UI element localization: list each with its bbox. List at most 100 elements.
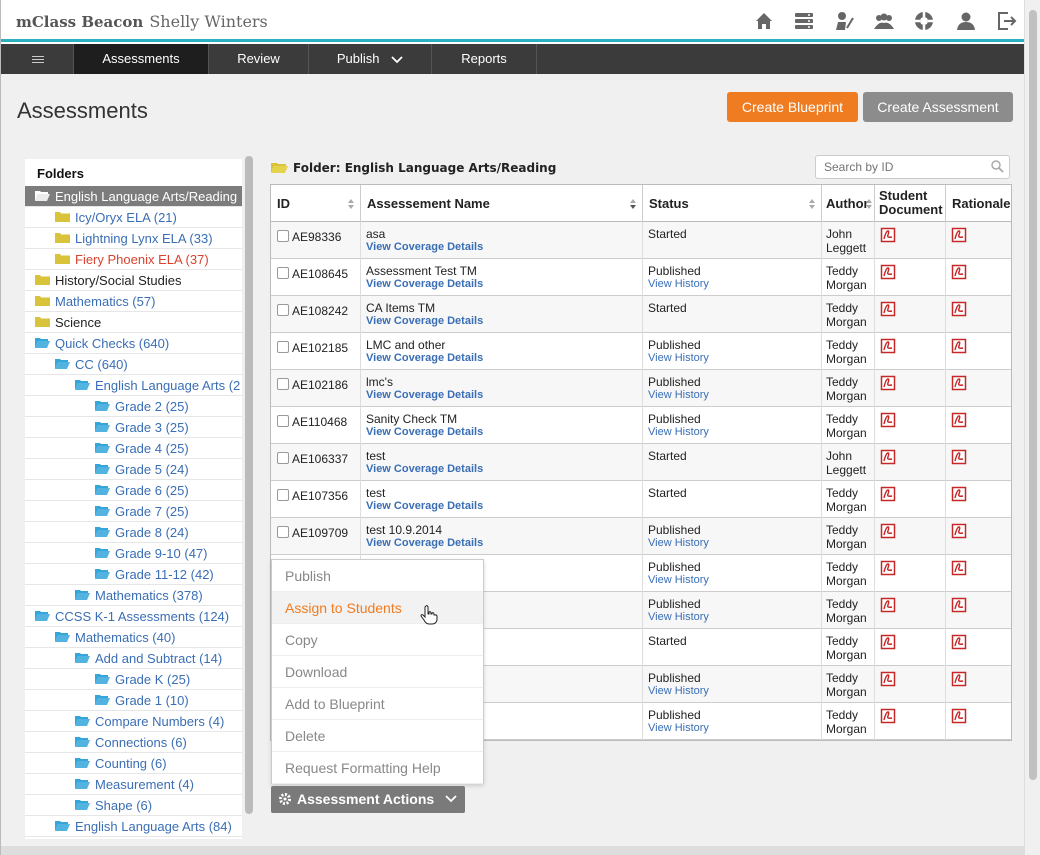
horizontal-scrollbar[interactable]: [1, 846, 1024, 855]
rationale-pdf-icon[interactable]: [951, 560, 967, 576]
row-checkbox[interactable]: [277, 230, 289, 242]
rationale-pdf-icon[interactable]: [951, 708, 967, 724]
view-coverage-link[interactable]: View Coverage Details: [366, 537, 483, 549]
sidebar-folder-item[interactable]: Grade 11-12 (42): [25, 564, 242, 585]
column-author[interactable]: Author: [822, 185, 875, 222]
view-coverage-link[interactable]: View Coverage Details: [366, 241, 483, 253]
rationale-pdf-icon[interactable]: [951, 338, 967, 354]
view-history-link[interactable]: View History: [648, 352, 709, 364]
tab-reports[interactable]: Reports: [432, 44, 537, 74]
view-coverage-link[interactable]: View Coverage Details: [366, 389, 483, 401]
actions-menu-item[interactable]: Assign to Students: [272, 592, 483, 624]
lifebuoy-icon[interactable]: [913, 10, 935, 32]
scrollbar-thumb[interactable]: [1029, 10, 1037, 780]
user-icon[interactable]: [955, 10, 977, 32]
home-icon[interactable]: [753, 10, 775, 32]
actions-menu-item[interactable]: Add to Blueprint: [272, 688, 483, 720]
sidebar-folder-item[interactable]: English Language Arts/Reading: [25, 186, 242, 207]
rationale-pdf-icon[interactable]: [951, 634, 967, 650]
column-id[interactable]: ID: [271, 185, 361, 222]
create-blueprint-button[interactable]: Create Blueprint: [727, 92, 858, 122]
sidebar-folder-item[interactable]: CC (640): [25, 354, 242, 375]
rationale-pdf-icon[interactable]: [951, 264, 967, 280]
sidebar-folder-item[interactable]: Mathematics (40): [25, 627, 242, 648]
sidebar-folder-item[interactable]: History/Social Studies: [25, 270, 242, 291]
sidebar-folder-item[interactable]: English Language Arts (2: [25, 375, 242, 396]
sidebar-folder-item[interactable]: Mathematics (378): [25, 585, 242, 606]
sidebar-folder-item[interactable]: Shape (6): [25, 795, 242, 816]
view-history-link[interactable]: View History: [648, 389, 709, 401]
view-history-link[interactable]: View History: [648, 722, 709, 734]
sidebar-scrollbar[interactable]: [245, 156, 253, 814]
sidebar-folder-item[interactable]: Measurement (4): [25, 774, 242, 795]
row-checkbox[interactable]: [277, 415, 289, 427]
sidebar-folder-item[interactable]: Mathematics (57): [25, 291, 242, 312]
student-document-pdf-icon[interactable]: [880, 301, 896, 317]
view-history-link[interactable]: View History: [648, 537, 709, 549]
view-coverage-link[interactable]: View Coverage Details: [366, 278, 483, 290]
student-document-pdf-icon[interactable]: [880, 708, 896, 724]
sidebar-folder-item[interactable]: CCSS K-1 Assessments (124): [25, 606, 242, 627]
actions-menu-item[interactable]: Request Formatting Help: [272, 752, 483, 784]
student-document-pdf-icon[interactable]: [880, 634, 896, 650]
student-document-pdf-icon[interactable]: [880, 227, 896, 243]
view-history-link[interactable]: View History: [648, 278, 709, 290]
tab-review[interactable]: Review: [209, 44, 309, 74]
view-coverage-link[interactable]: View Coverage Details: [366, 352, 483, 364]
sidebar-folder-item[interactable]: Add and Subtract (14): [25, 648, 242, 669]
view-coverage-link[interactable]: View Coverage Details: [366, 426, 483, 438]
student-document-pdf-icon[interactable]: [880, 597, 896, 613]
server-icon[interactable]: [793, 10, 815, 32]
student-document-pdf-icon[interactable]: [880, 338, 896, 354]
assessment-actions-button[interactable]: Assessment Actions: [271, 786, 465, 813]
hamburger-menu-icon[interactable]: [1, 44, 74, 74]
sidebar-folder-item[interactable]: Connections (6): [25, 732, 242, 753]
row-checkbox[interactable]: [277, 452, 289, 464]
sidebar-folder-item[interactable]: Grade 1 (10): [25, 690, 242, 711]
view-coverage-link[interactable]: View Coverage Details: [366, 315, 483, 327]
sidebar-folder-item[interactable]: Grade 5 (24): [25, 459, 242, 480]
student-document-pdf-icon[interactable]: [880, 560, 896, 576]
logout-icon[interactable]: [995, 10, 1017, 32]
row-checkbox[interactable]: [277, 341, 289, 353]
student-document-pdf-icon[interactable]: [880, 449, 896, 465]
rationale-pdf-icon[interactable]: [951, 227, 967, 243]
rationale-pdf-icon[interactable]: [951, 412, 967, 428]
create-assessment-button[interactable]: Create Assessment: [863, 92, 1013, 122]
search-input[interactable]: [815, 155, 1010, 179]
row-checkbox[interactable]: [277, 489, 289, 501]
column-name[interactable]: Assessement Name: [361, 185, 643, 222]
sidebar-folder-item[interactable]: Grade 9-10 (47): [25, 543, 242, 564]
column-status[interactable]: Status: [643, 185, 822, 222]
tab-assessments[interactable]: Assessments: [74, 44, 209, 74]
view-coverage-link[interactable]: View Coverage Details: [366, 463, 483, 475]
sidebar-folder-item[interactable]: Grade 6 (25): [25, 480, 242, 501]
row-checkbox[interactable]: [277, 304, 289, 316]
student-document-pdf-icon[interactable]: [880, 412, 896, 428]
view-history-link[interactable]: View History: [648, 426, 709, 438]
sidebar-folder-item[interactable]: Grade 7 (25): [25, 501, 242, 522]
search-icon[interactable]: [991, 160, 1004, 173]
sidebar-folder-item[interactable]: Grade 4 (25): [25, 438, 242, 459]
sidebar-folder-item[interactable]: Grade K (25): [25, 669, 242, 690]
student-document-pdf-icon[interactable]: [880, 375, 896, 391]
student-document-pdf-icon[interactable]: [880, 486, 896, 502]
student-document-pdf-icon[interactable]: [880, 523, 896, 539]
student-document-pdf-icon[interactable]: [880, 671, 896, 687]
view-history-link[interactable]: View History: [648, 611, 709, 623]
actions-menu-item[interactable]: Copy: [272, 624, 483, 656]
sidebar-folder-item[interactable]: Compare Numbers (4): [25, 711, 242, 732]
people-icon[interactable]: [873, 10, 895, 32]
actions-menu-item[interactable]: Delete: [272, 720, 483, 752]
view-coverage-link[interactable]: View Coverage Details: [366, 500, 483, 512]
sidebar-folder-item[interactable]: Icy/Oryx ELA (21): [25, 207, 242, 228]
sidebar-folder-item[interactable]: Counting (6): [25, 753, 242, 774]
sidebar-folder-item[interactable]: Quick Checks (640): [25, 333, 242, 354]
view-history-link[interactable]: View History: [648, 685, 709, 697]
actions-menu-item[interactable]: Publish: [272, 560, 483, 592]
tools-icon[interactable]: [833, 10, 855, 32]
sidebar-folder-item[interactable]: Lightning Lynx ELA (33): [25, 228, 242, 249]
sidebar-folder-item[interactable]: Grade 2 (25): [25, 396, 242, 417]
sidebar-folder-item[interactable]: Grade 3 (25): [25, 417, 242, 438]
sidebar-folder-item[interactable]: Grade 8 (24): [25, 522, 242, 543]
